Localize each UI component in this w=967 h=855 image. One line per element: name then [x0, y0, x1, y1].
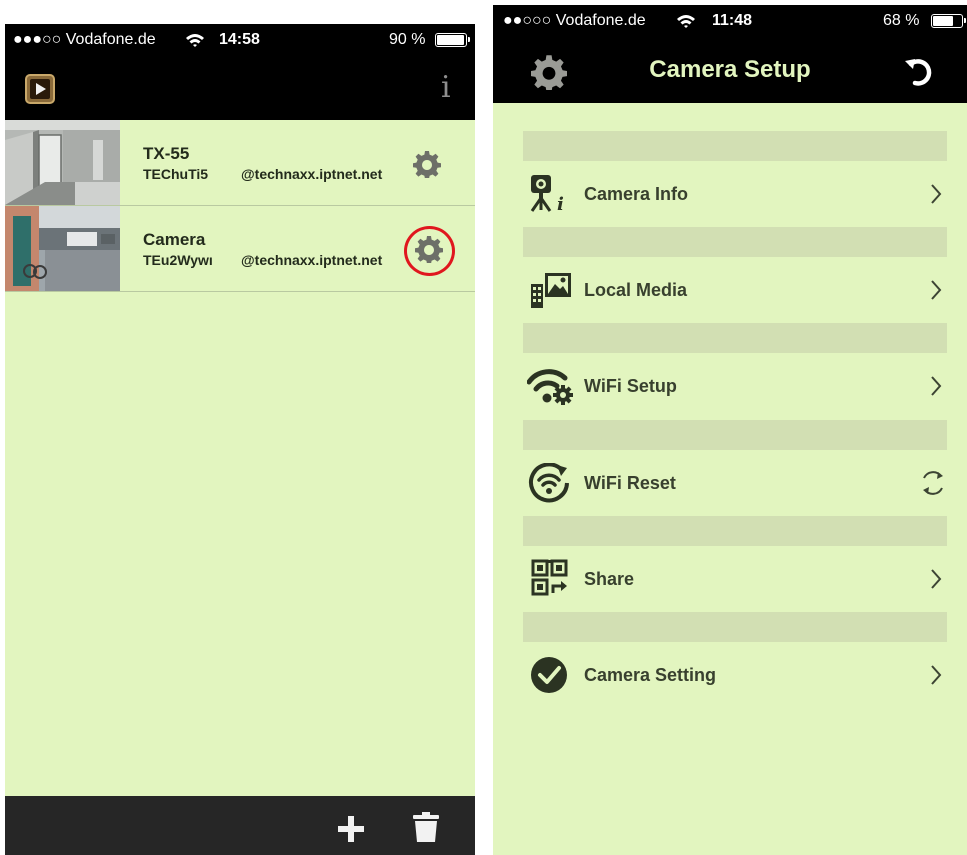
camera-info-icon: i: [527, 174, 575, 215]
device-name: Camera: [143, 230, 206, 249]
menu-item-local-media[interactable]: Local Media: [523, 257, 947, 323]
battery-percent: 90 %: [389, 31, 426, 48]
device-list: TX-55 TEChuTi5 @technaxx.iptnet.net Came…: [5, 120, 475, 292]
refresh-icon[interactable]: [903, 55, 937, 89]
section-separator: [523, 131, 947, 161]
chevron-right-icon: [929, 567, 943, 591]
menu-item-wifi-setup[interactable]: WiFi Setup: [523, 353, 947, 419]
wifi-signal-icon: [676, 13, 696, 29]
carrier-label: ●●●○○ Vodafone.de: [13, 31, 156, 48]
nav-bar: i: [5, 56, 475, 120]
camera-setup-screen: ●●○○○ Vodafone.de 11:48 68 % Camera Setu…: [493, 5, 967, 855]
wifi-reset-icon: [527, 462, 575, 503]
section-separator: [523, 516, 947, 546]
camera-thumbnail[interactable]: [5, 206, 120, 291]
menu-item-share[interactable]: Share: [523, 546, 947, 612]
wifi-signal-icon: [185, 32, 205, 48]
section-separator: [523, 420, 947, 450]
menu-item-camera-setting[interactable]: Camera Setting: [523, 642, 947, 708]
battery-icon: [931, 14, 966, 28]
menu-item-label: Camera Setting: [584, 665, 717, 685]
menu-item-label: Share: [584, 569, 635, 589]
clock: 11:48: [712, 12, 753, 29]
menu-item-label: WiFi Reset: [584, 473, 676, 493]
device-uid: TEChuTi5: [143, 166, 209, 182]
device-name: TX-55: [143, 144, 190, 163]
nav-bar: Camera Setup: [493, 37, 967, 103]
section-separator: [523, 227, 947, 257]
page-title: Camera Setup: [649, 56, 811, 83]
chevron-right-icon: [929, 374, 943, 398]
section-separator: [523, 323, 947, 353]
highlight-circle: [404, 226, 455, 276]
menu-item-label: Local Media: [584, 280, 688, 300]
bottom-toolbar: [5, 796, 475, 855]
status-bar: ●●○○○ Vodafone.de 11:48 68 %: [493, 5, 967, 37]
reset-cycle-icon[interactable]: [919, 469, 947, 497]
gear-icon[interactable]: [413, 150, 441, 179]
device-list-screen: ●●●○○ Vodafone.de 14:58 90 % i TX-55 TEC…: [5, 24, 475, 855]
carrier-label: ●●○○○ Vodafone.de: [503, 12, 646, 29]
device-row-camera[interactable]: Camera TEu2Wywı @technaxx.iptnet.net: [5, 206, 475, 292]
chevron-right-icon: [929, 663, 943, 687]
camera-thumbnail[interactable]: [5, 120, 120, 205]
menu-item-camera-info[interactable]: i Camera Info: [523, 161, 947, 227]
qr-share-icon: [527, 559, 575, 599]
clock: 14:58: [219, 31, 260, 48]
check-circle-icon: [527, 655, 575, 695]
battery-percent: 68 %: [883, 12, 920, 29]
section-separator: [523, 612, 947, 642]
battery-icon: [435, 33, 470, 47]
chevron-right-icon: [929, 278, 943, 302]
device-uid: TEu2Wywı: [143, 252, 213, 268]
menu-item-label: WiFi Setup: [584, 376, 677, 396]
chevron-right-icon: [929, 182, 943, 206]
menu-item-label: Camera Info: [584, 184, 689, 204]
svg-text:i: i: [557, 194, 564, 214]
device-row-tx55[interactable]: TX-55 TEChuTi5 @technaxx.iptnet.net: [5, 120, 475, 206]
wifi-setup-icon: [526, 366, 575, 406]
local-media-icon: [527, 270, 575, 310]
status-bar: ●●●○○ Vodafone.de 14:58 90 %: [5, 24, 475, 56]
info-button[interactable]: i: [441, 70, 451, 105]
add-icon[interactable]: [338, 816, 364, 842]
trash-icon[interactable]: [413, 812, 439, 842]
menu-item-wifi-reset[interactable]: WiFi Reset: [523, 450, 947, 516]
playback-icon[interactable]: [25, 74, 55, 104]
